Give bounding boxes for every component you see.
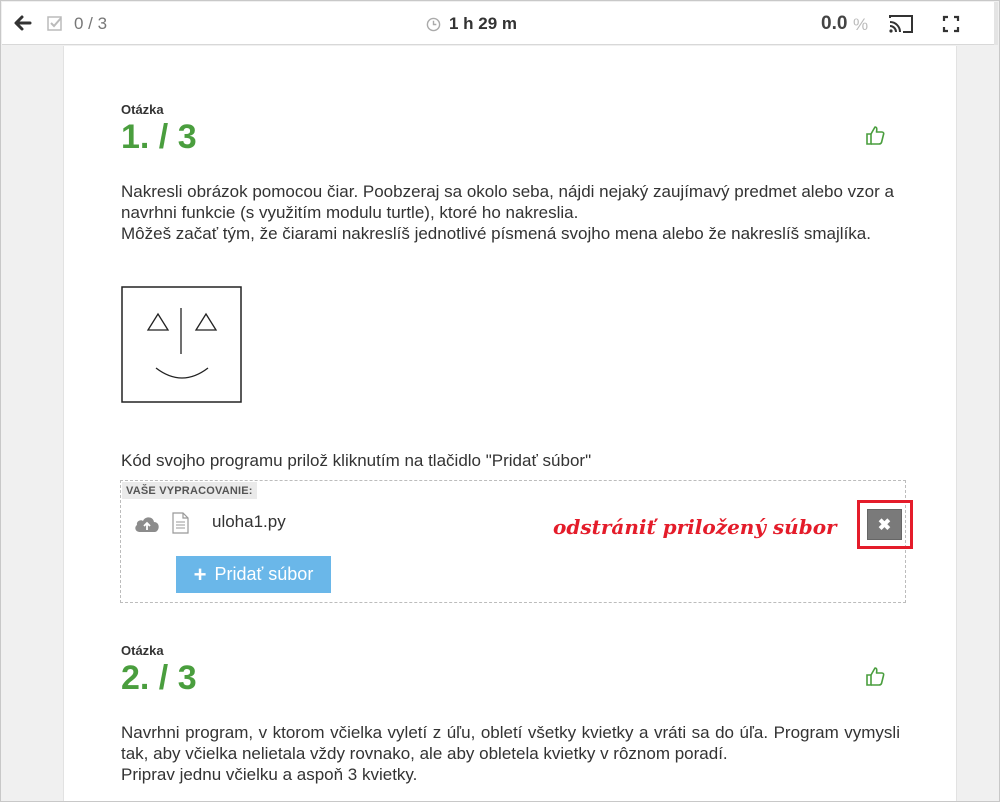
attach-instructions: Kód svojho programu prilož kliknutím na … <box>121 451 592 470</box>
app-frame: 0 / 3 1 h 29 m 0.0 % Otázka 1. / 3 Nakre… <box>0 0 1000 802</box>
question-text: Nakresli obrázok pomocou čiar. Poobzeraj… <box>121 181 911 244</box>
time-remaining: 1 h 29 m <box>449 14 518 33</box>
cast-icon[interactable] <box>888 13 914 35</box>
smiley-drawing-image <box>121 286 242 403</box>
question-paragraph: Nakresli obrázok pomocou čiar. Poobzeraj… <box>121 182 894 222</box>
question-label: Otázka <box>121 102 164 117</box>
scrollbar-edge <box>994 2 998 45</box>
question-panel: Otázka 1. / 3 Nakresli obrázok pomocou č… <box>63 46 957 801</box>
add-file-button[interactable]: + Pridať súbor <box>176 556 331 593</box>
answer-label: VAŠE VYPRACOVANIE: <box>122 482 257 499</box>
checkbox-icon <box>47 16 62 31</box>
cloud-upload-icon[interactable] <box>133 515 161 533</box>
plus-icon: + <box>193 561 207 587</box>
question-text: Navrhni program, v ktorom včielka vyletí… <box>121 722 900 785</box>
question-paragraph: Navrhni program, v ktorom včielka vyletí… <box>121 723 900 763</box>
fullscreen-icon[interactable] <box>942 15 960 33</box>
remove-file-annotation: odstrániť priložený súbor <box>553 515 837 539</box>
add-file-label: Pridať súbor <box>214 564 314 584</box>
question-number: 2. / 3 <box>121 659 197 697</box>
question-label: Otázka <box>121 643 164 658</box>
score-percent-sign: % <box>853 15 869 34</box>
thumbs-up-icon[interactable] <box>864 124 886 146</box>
top-bar: 0 / 3 1 h 29 m 0.0 % <box>2 2 998 45</box>
thumbs-up-icon[interactable] <box>864 665 886 687</box>
progress-counter: 0 / 3 <box>74 14 108 33</box>
attached-file-name[interactable]: uloha1.py <box>212 512 286 532</box>
clock-icon <box>426 17 441 32</box>
question-number: 1. / 3 <box>121 118 197 156</box>
file-icon <box>172 512 189 534</box>
close-icon: ✖ <box>877 516 892 534</box>
question-paragraph: Môžeš začať tým, že čiarami nakreslíš je… <box>121 224 871 243</box>
back-arrow-icon[interactable] <box>12 13 32 33</box>
score-value: 0.0 <box>821 13 848 34</box>
question-paragraph: Priprav jednu včielku a aspoň 3 kvietky. <box>121 765 418 784</box>
remove-file-button[interactable]: ✖ <box>867 509 902 540</box>
answer-box: VAŠE VYPRACOVANIE: uloha1.py odstrániť p… <box>120 480 913 603</box>
